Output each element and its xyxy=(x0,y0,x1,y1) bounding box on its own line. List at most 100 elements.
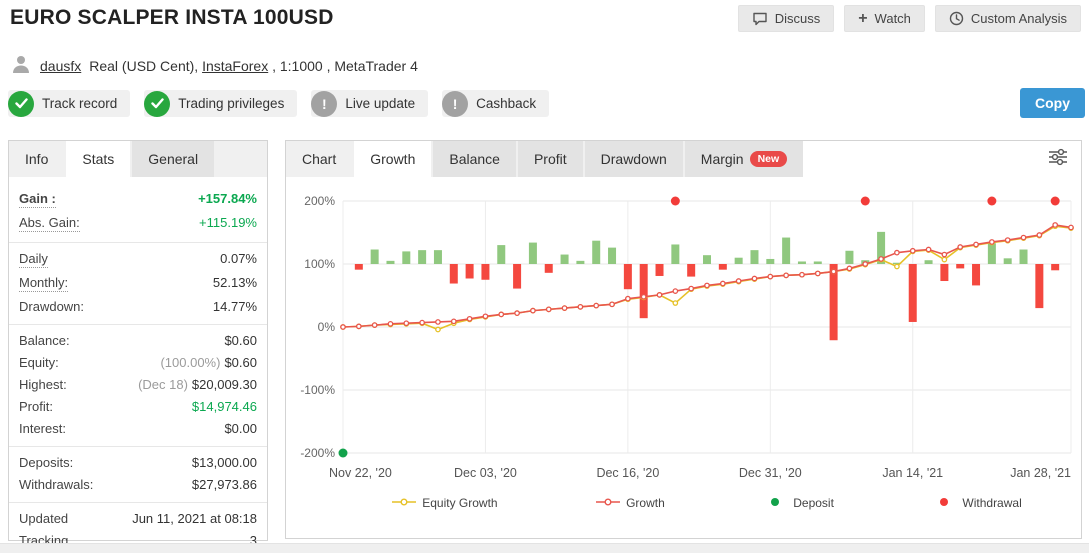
row-balance: Balance: $0.60 xyxy=(19,329,257,351)
row-updated: Updated Jun 11, 2021 at 08:18 xyxy=(19,507,257,529)
stat-prefix: (100.00%) xyxy=(160,355,220,370)
legend-label: Equity Growth xyxy=(422,496,497,510)
stats-panel: Info Stats General Gain : +157.84% Abs. … xyxy=(8,140,268,541)
legend-swatch xyxy=(596,496,620,510)
stat-value: Jun 11, 2021 at 08:18 xyxy=(132,511,257,526)
row-abs-gain: Abs. Gain: +115.19% xyxy=(19,211,257,235)
tab-growth[interactable]: Growth xyxy=(354,141,431,177)
svg-text:Jan 14, '21: Jan 14, '21 xyxy=(882,466,943,480)
row-deposits: Deposits: $13,000.00 xyxy=(19,451,257,473)
tab-margin[interactable]: Margin New xyxy=(685,141,803,177)
tab-margin-label: Margin xyxy=(701,151,744,167)
badge-cashback[interactable]: ! Cashback xyxy=(442,90,549,117)
chart-legend: Equity Growth Growth Deposit Withdrawal xyxy=(343,496,1071,510)
stats-panel-tabs: Info Stats General xyxy=(9,141,267,177)
tab-chart[interactable]: Chart xyxy=(286,141,352,177)
tab-general[interactable]: General xyxy=(132,141,214,177)
badge-trading-privileges[interactable]: Trading privileges xyxy=(144,90,297,117)
custom-analysis-label: Custom Analysis xyxy=(971,11,1067,26)
stat-label: Drawdown: xyxy=(19,299,84,314)
growth-chart: 200%100%0%-100%-200%Nov 22, '20Dec 03, '… xyxy=(286,177,1081,510)
svg-text:-200%: -200% xyxy=(300,446,335,460)
header-actions: Discuss + Watch Custom Analysis xyxy=(738,5,1081,32)
legend-item-withdrawal[interactable]: Withdrawal xyxy=(932,496,1021,510)
stat-label[interactable]: Abs. Gain: xyxy=(19,215,80,232)
svg-text:100%: 100% xyxy=(304,257,335,271)
exclamation-circle-icon: ! xyxy=(311,91,337,117)
avatar xyxy=(10,53,32,78)
legend-label: Deposit xyxy=(793,496,834,510)
svg-text:Dec 03, '20: Dec 03, '20 xyxy=(454,466,517,480)
tab-info[interactable]: Info xyxy=(9,141,64,177)
stats-body: Gain : +157.84% Abs. Gain: +115.19% Dail… xyxy=(9,177,267,558)
tab-balance[interactable]: Balance xyxy=(433,141,516,177)
verification-badges: Track record Trading privileges ! Live u… xyxy=(8,90,549,117)
stat-label[interactable]: Gain : xyxy=(19,191,56,208)
legend-label: Growth xyxy=(626,496,665,510)
row-daily: Daily 0.07% xyxy=(19,247,257,271)
chart-settings-button[interactable] xyxy=(1047,141,1081,177)
row-profit: Profit: $14,974.46 xyxy=(19,395,257,417)
stat-value: $0.60 xyxy=(224,333,257,348)
exclamation-circle-icon: ! xyxy=(442,91,468,117)
stat-value: 0.07% xyxy=(220,251,257,266)
tabstrip-spacer xyxy=(803,141,1047,177)
badge-live-update[interactable]: ! Live update xyxy=(311,90,428,117)
new-badge: New xyxy=(750,151,788,167)
stat-value: 14.77% xyxy=(213,299,257,314)
account-row: dausfx Real (USD Cent), InstaForex , 1:1… xyxy=(10,53,418,78)
badge-track-record[interactable]: Track record xyxy=(8,90,130,117)
stat-label: Withdrawals: xyxy=(19,477,93,492)
svg-text:Jan 28, '21: Jan 28, '21 xyxy=(1010,466,1071,480)
username-link[interactable]: dausfx xyxy=(40,58,81,74)
stat-value: 52.13% xyxy=(213,275,257,290)
stat-label: Highest: xyxy=(19,377,67,392)
svg-text:Nov 22, '20: Nov 22, '20 xyxy=(329,466,392,480)
speech-bubble-icon xyxy=(752,11,768,26)
stat-value: $14,974.46 xyxy=(192,399,257,414)
badge-label: Trading privileges xyxy=(178,96,284,111)
stat-label[interactable]: Monthly: xyxy=(19,275,68,292)
check-circle-icon xyxy=(144,91,170,117)
account-description: Real (USD Cent), InstaForex , 1:1000 , M… xyxy=(89,58,418,74)
badge-label: Cashback xyxy=(476,96,536,111)
chart-panel-tabs: Chart Growth Balance Profit Drawdown Mar… xyxy=(286,141,1081,177)
svg-text:Dec 31, '20: Dec 31, '20 xyxy=(739,466,802,480)
sliders-icon xyxy=(1047,147,1069,172)
chart-panel: Chart Growth Balance Profit Drawdown Mar… xyxy=(285,140,1082,539)
tab-stats[interactable]: Stats xyxy=(66,141,130,177)
badge-label: Track record xyxy=(42,96,117,111)
stat-value: (100.00%)$0.60 xyxy=(160,355,257,370)
growth-chart-canvas[interactable]: 200%100%0%-100%-200%Nov 22, '20Dec 03, '… xyxy=(287,185,1080,487)
stat-value: +157.84% xyxy=(198,191,257,206)
stat-label: Equity: xyxy=(19,355,59,370)
row-equity: Equity: (100.00%)$0.60 xyxy=(19,351,257,373)
stat-label[interactable]: Daily xyxy=(19,251,48,268)
stat-label: Updated xyxy=(19,511,68,526)
row-interest: Interest: $0.00 xyxy=(19,417,257,439)
clock-icon xyxy=(949,11,964,26)
stat-value: $27,973.86 xyxy=(192,477,257,492)
stat-label: Profit: xyxy=(19,399,53,414)
stat-value: +115.19% xyxy=(199,215,257,230)
tab-drawdown[interactable]: Drawdown xyxy=(585,141,683,177)
row-gain: Gain : +157.84% xyxy=(19,187,257,211)
row-drawdown: Drawdown: 14.77% xyxy=(19,295,257,317)
copy-button[interactable]: Copy xyxy=(1020,88,1085,118)
legend-item-growth[interactable]: Growth xyxy=(596,496,665,510)
svg-text:0%: 0% xyxy=(318,320,336,334)
custom-analysis-button[interactable]: Custom Analysis xyxy=(935,5,1081,32)
broker-link[interactable]: InstaForex xyxy=(202,58,268,74)
account-leverage-platform: , 1:1000 , MetaTrader 4 xyxy=(268,58,418,74)
legend-item-equity-growth[interactable]: Equity Growth xyxy=(392,496,497,510)
svg-text:-100%: -100% xyxy=(300,383,335,397)
legend-item-deposit[interactable]: Deposit xyxy=(763,496,834,510)
stat-value: $13,000.00 xyxy=(192,455,257,470)
watch-button[interactable]: + Watch xyxy=(844,5,925,32)
legend-swatch xyxy=(932,496,956,510)
account-type: Real (USD Cent), xyxy=(89,58,202,74)
tab-profit[interactable]: Profit xyxy=(518,141,583,177)
stat-label: Deposits: xyxy=(19,455,73,470)
discuss-button[interactable]: Discuss xyxy=(738,5,835,32)
stat-value: (Dec 18)$20,009.30 xyxy=(138,377,257,392)
